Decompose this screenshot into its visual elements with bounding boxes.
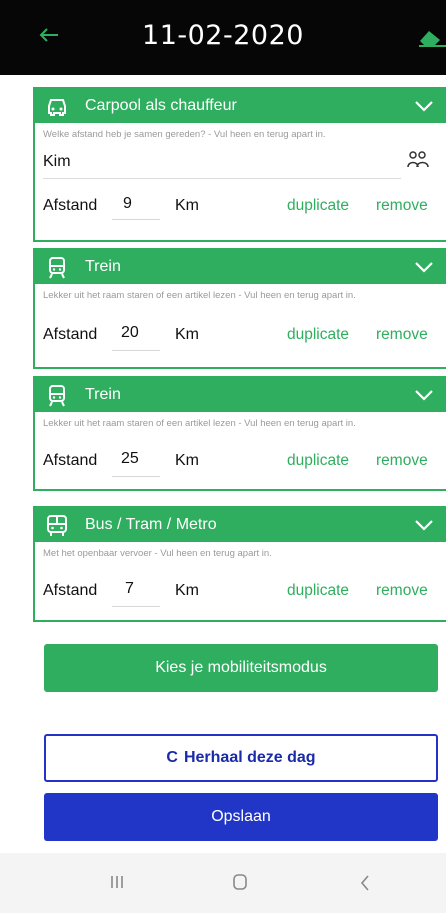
trip-hint: Met het openbaar vervoer - Vul heen en t… xyxy=(43,548,272,559)
distance-label: Afstand xyxy=(43,452,98,469)
duplicate-button[interactable]: duplicate xyxy=(287,582,349,600)
trip-card: Trein Lekker uit het raam staren of een … xyxy=(33,376,446,491)
chevron-down-icon[interactable] xyxy=(414,518,434,532)
trip-card-header[interactable]: Trein xyxy=(35,250,446,284)
distance-input[interactable]: 20 xyxy=(121,324,139,342)
trip-card-header[interactable]: Carpool als chauffeur xyxy=(35,89,446,123)
duplicate-button[interactable]: duplicate xyxy=(287,452,349,470)
passenger-field[interactable]: Kim xyxy=(43,153,71,171)
people-icon[interactable] xyxy=(407,150,429,170)
passenger-field-underline xyxy=(43,178,401,179)
distance-label: Afstand xyxy=(43,326,98,343)
chevron-down-icon[interactable] xyxy=(414,99,434,113)
nav-back-icon[interactable] xyxy=(358,873,372,893)
distance-input-underline xyxy=(112,606,160,607)
distance-label: Afstand xyxy=(43,197,98,214)
trip-card-header[interactable]: Bus / Tram / Metro xyxy=(35,508,446,542)
distance-input-underline xyxy=(112,350,160,351)
refresh-icon: C xyxy=(166,749,178,766)
recent-apps-icon[interactable] xyxy=(108,873,126,891)
remove-button[interactable]: remove xyxy=(376,197,428,215)
system-nav-bar xyxy=(0,853,446,913)
distance-unit: Km xyxy=(175,197,199,214)
distance-input[interactable]: 7 xyxy=(125,580,134,598)
choose-mode-button[interactable]: Kies je mobiliteitsmodus xyxy=(44,644,438,692)
trip-card: Carpool als chauffeur Welke afstand heb … xyxy=(33,87,446,242)
trip-hint: Welke afstand heb je samen gereden? - Vu… xyxy=(43,129,326,140)
distance-unit: Km xyxy=(175,326,199,343)
train-icon xyxy=(45,257,69,279)
trip-hint: Lekker uit het raam staren of een artike… xyxy=(43,418,356,429)
distance-input[interactable]: 9 xyxy=(123,195,132,213)
eraser-icon[interactable] xyxy=(418,28,446,48)
distance-input-underline xyxy=(112,476,160,477)
bus-icon xyxy=(45,515,69,537)
car-icon xyxy=(45,96,69,118)
trip-hint: Lekker uit het raam staren of een artike… xyxy=(43,290,356,301)
chevron-down-icon[interactable] xyxy=(414,260,434,274)
chevron-down-icon[interactable] xyxy=(414,388,434,402)
trip-card: Bus / Tram / Metro Met het openbaar verv… xyxy=(33,506,446,622)
save-button[interactable]: Opslaan xyxy=(44,793,438,841)
distance-unit: Km xyxy=(175,582,199,599)
distance-input[interactable]: 25 xyxy=(121,450,139,468)
trip-mode-title: Trein xyxy=(85,386,121,403)
home-icon[interactable] xyxy=(231,872,249,892)
remove-button[interactable]: remove xyxy=(376,326,428,344)
distance-input-underline xyxy=(112,219,160,220)
duplicate-button[interactable]: duplicate xyxy=(287,326,349,344)
remove-button[interactable]: remove xyxy=(376,452,428,470)
repeat-day-button[interactable]: C Herhaal deze dag xyxy=(44,734,438,782)
page-title: 11-02-2020 xyxy=(142,20,304,51)
trip-mode-title: Bus / Tram / Metro xyxy=(85,516,217,533)
trip-card: Trein Lekker uit het raam staren of een … xyxy=(33,248,446,369)
app-header: 11-02-2020 xyxy=(0,0,446,75)
repeat-day-label: Herhaal deze dag xyxy=(183,749,316,766)
trip-card-header[interactable]: Trein xyxy=(35,378,446,412)
remove-button[interactable]: remove xyxy=(376,582,428,600)
trip-mode-title: Trein xyxy=(85,258,121,275)
train-icon xyxy=(45,385,69,407)
distance-label: Afstand xyxy=(43,582,98,599)
duplicate-button[interactable]: duplicate xyxy=(287,197,349,215)
distance-unit: Km xyxy=(175,452,199,469)
trip-mode-title: Carpool als chauffeur xyxy=(85,97,237,114)
